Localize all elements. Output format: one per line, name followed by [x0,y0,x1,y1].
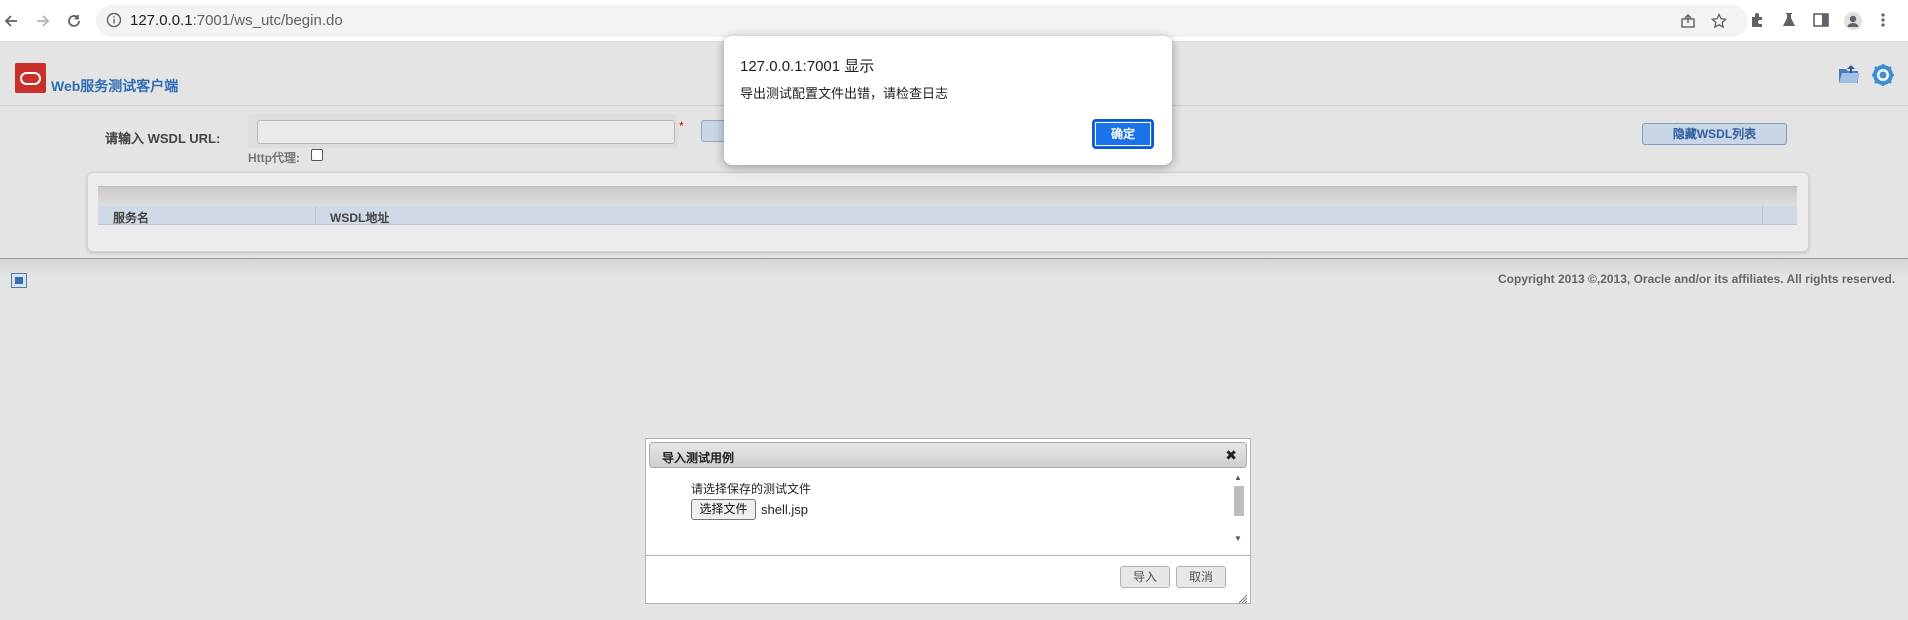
bookmark-star-icon[interactable] [1710,12,1728,34]
wsdl-url-label: 请输入 WSDL URL: [105,131,221,146]
side-panel-icon[interactable] [1812,11,1830,34]
copyright-text: Copyright 2013 ©,2013, Oracle and/or its… [1498,272,1896,286]
oracle-logo [15,63,46,93]
selected-file-name: shell.jsp [761,502,808,517]
url-text: 127.0.0.1:7001/ws_utc/begin.do [130,12,343,29]
dialog-titlebar[interactable]: 导入测试用例 ✖ [649,442,1247,468]
import-button[interactable]: 导入 [1120,566,1170,588]
column-header-service-name[interactable]: 服务名 [113,209,149,226]
url-host: 127.0.0.1 [130,12,193,29]
dialog-divider [646,555,1250,556]
app-title: Web服务测试客户端 [51,78,179,94]
settings-gear-icon[interactable] [1871,63,1895,92]
forward-icon[interactable] [32,10,54,32]
http-proxy-checkbox[interactable] [311,149,323,161]
http-proxy-label: Http代理: [248,151,300,165]
profile-avatar-icon[interactable] [1843,11,1863,36]
site-info-icon[interactable] [106,12,122,33]
import-test-case-dialog: 导入测试用例 ✖ 请选择保存的测试文件 选择文件 shell.jsp ▲ ▼ 导… [645,438,1251,604]
choose-file-button[interactable]: 选择文件 [691,499,756,520]
wsdl-url-input[interactable] [257,120,675,144]
alert-title: 127.0.0.1:7001 显示 [740,58,875,75]
close-icon[interactable]: ✖ [1225,447,1237,464]
back-icon[interactable] [0,10,22,32]
dialog-title: 导入测试用例 [662,451,735,465]
table-toolbar [98,186,1797,206]
url-path: :7001/ws_utc/begin.do [192,12,343,29]
scrollbar-thumb[interactable] [1234,486,1244,516]
window-icon[interactable] [11,273,27,288]
table-header: 服务名 WSDL地址 [98,206,1797,225]
browser-menu-icon[interactable] [1878,11,1888,34]
share-icon[interactable] [1680,13,1696,34]
reload-icon[interactable] [63,10,85,32]
alert-message: 导出测试配置文件出错，请检查日志 [740,86,949,101]
open-folder-icon[interactable] [1837,63,1861,90]
cancel-button[interactable]: 取消 [1176,566,1226,588]
alert-dialog: 127.0.0.1:7001 显示 导出测试配置文件出错，请检查日志 确定 [724,36,1172,165]
scroll-up-arrow-icon[interactable]: ▲ [1234,473,1242,482]
hide-wsdl-list-button[interactable]: 隐藏WSDL列表 [1642,123,1787,145]
required-mark: * [679,119,684,133]
labs-flask-icon[interactable] [1780,11,1798,34]
wsdl-table-panel: 服务名 WSDL地址 [87,172,1809,252]
dialog-scrollbar[interactable]: ▲ ▼ [1232,472,1246,546]
alert-ok-button[interactable]: 确定 [1092,119,1154,149]
file-prompt: 请选择保存的测试文件 [691,482,812,496]
column-divider [1762,206,1763,225]
extensions-puzzle-icon[interactable] [1749,11,1767,34]
resize-handle-icon[interactable] [1238,591,1248,604]
column-header-wsdl-address[interactable]: WSDL地址 [330,209,389,226]
test-button[interactable] [701,120,725,142]
address-bar[interactable]: 127.0.0.1:7001/ws_utc/begin.do [96,5,1748,37]
column-divider [315,206,316,225]
scroll-down-arrow-icon[interactable]: ▼ [1234,534,1242,543]
